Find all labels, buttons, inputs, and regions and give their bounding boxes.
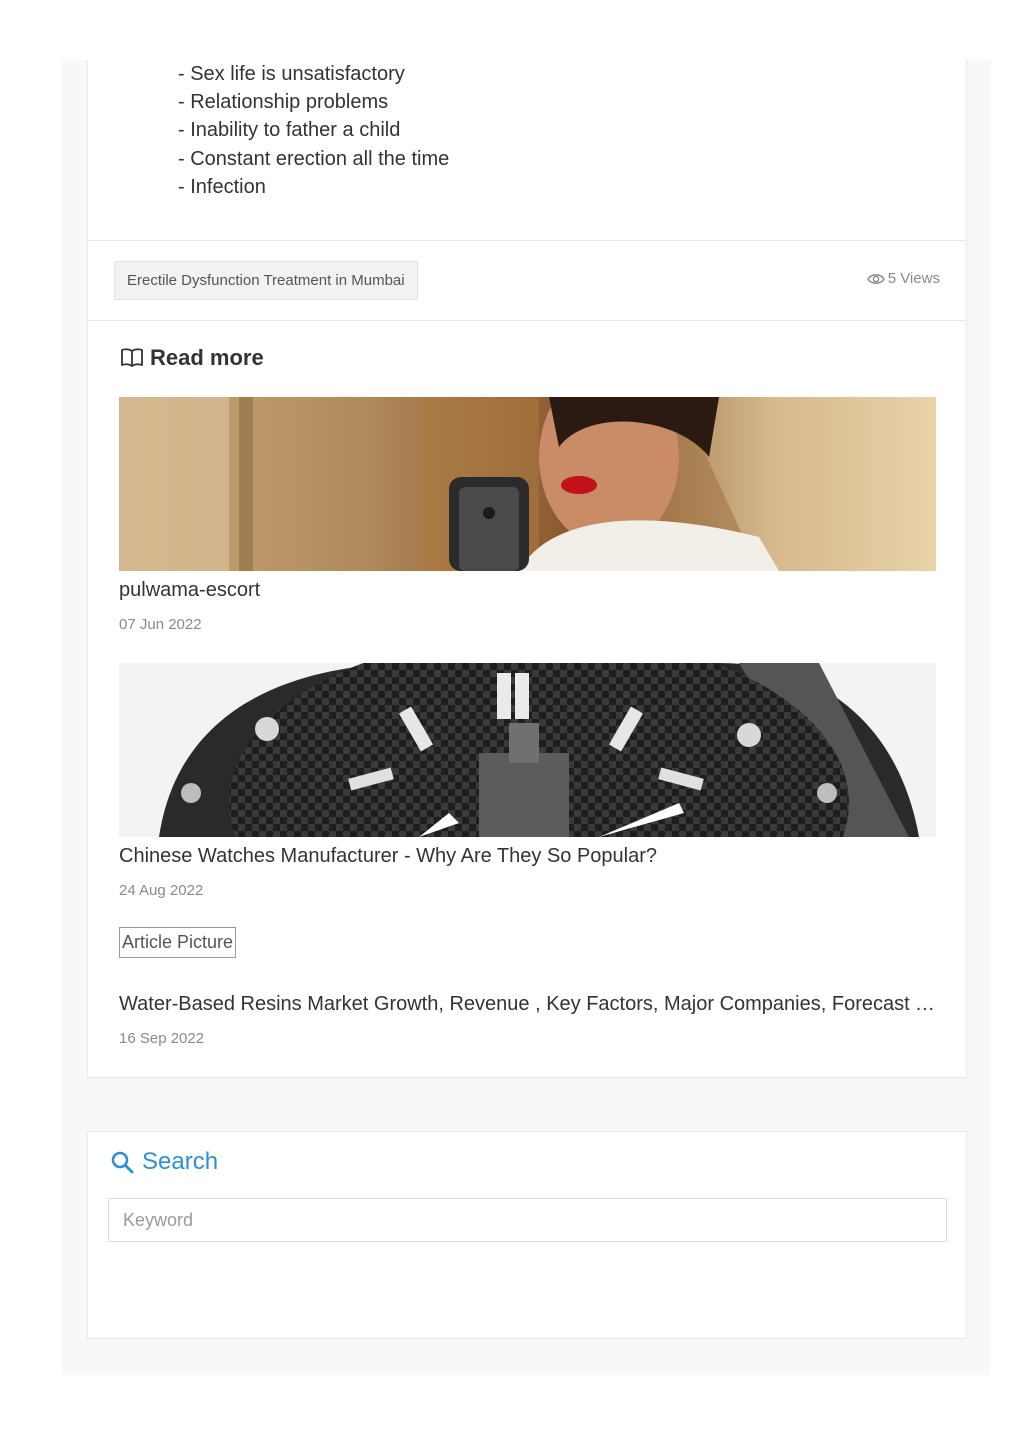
post-thumbnail[interactable] xyxy=(119,397,936,571)
post-title[interactable]: Chinese Watches Manufacturer - Why Are T… xyxy=(119,842,936,870)
selfie-photo xyxy=(119,397,936,571)
post-title[interactable]: pulwama-escort xyxy=(119,576,936,604)
view-count: 5 Views xyxy=(866,268,940,290)
read-more-label: Read more xyxy=(150,345,264,370)
divider xyxy=(88,240,966,241)
eye-icon xyxy=(866,274,885,284)
view-count-text: 5 Views xyxy=(887,270,940,287)
search-heading: Search xyxy=(110,1146,218,1178)
search-card: Search xyxy=(87,1131,967,1339)
post-date: 07 Jun 2022 xyxy=(119,616,202,633)
article-card: - Sex life is unsatisfactory - Relations… xyxy=(87,60,967,1078)
post-thumbnail[interactable] xyxy=(119,663,936,837)
search-input[interactable] xyxy=(108,1198,947,1242)
list-item: - Inability to father a child xyxy=(178,119,401,141)
list-item: - Relationship problems xyxy=(178,91,389,113)
divider xyxy=(88,320,966,321)
search-title-text: Search xyxy=(142,1148,219,1175)
read-more-heading: Read more xyxy=(120,342,264,374)
watch-photo xyxy=(119,663,936,837)
list-item: - Constant erection all the time xyxy=(178,148,450,170)
list-item: - Sex life is unsatisfactory xyxy=(178,63,405,85)
post-title[interactable]: Water-Based Resins Market Growth, Revenu… xyxy=(119,990,936,1018)
post-thumbnail-broken[interactable]: Article Picture xyxy=(119,927,237,958)
post-date: 16 Sep 2022 xyxy=(119,1030,205,1047)
list-item: - Infection xyxy=(178,176,266,198)
search-icon xyxy=(111,1151,134,1174)
post-date: 24 Aug 2022 xyxy=(119,882,204,899)
tag-erectile-dysfunction[interactable]: Erectile Dysfunction Treatment in Mumbai xyxy=(114,261,418,300)
open-book-icon xyxy=(121,348,143,367)
